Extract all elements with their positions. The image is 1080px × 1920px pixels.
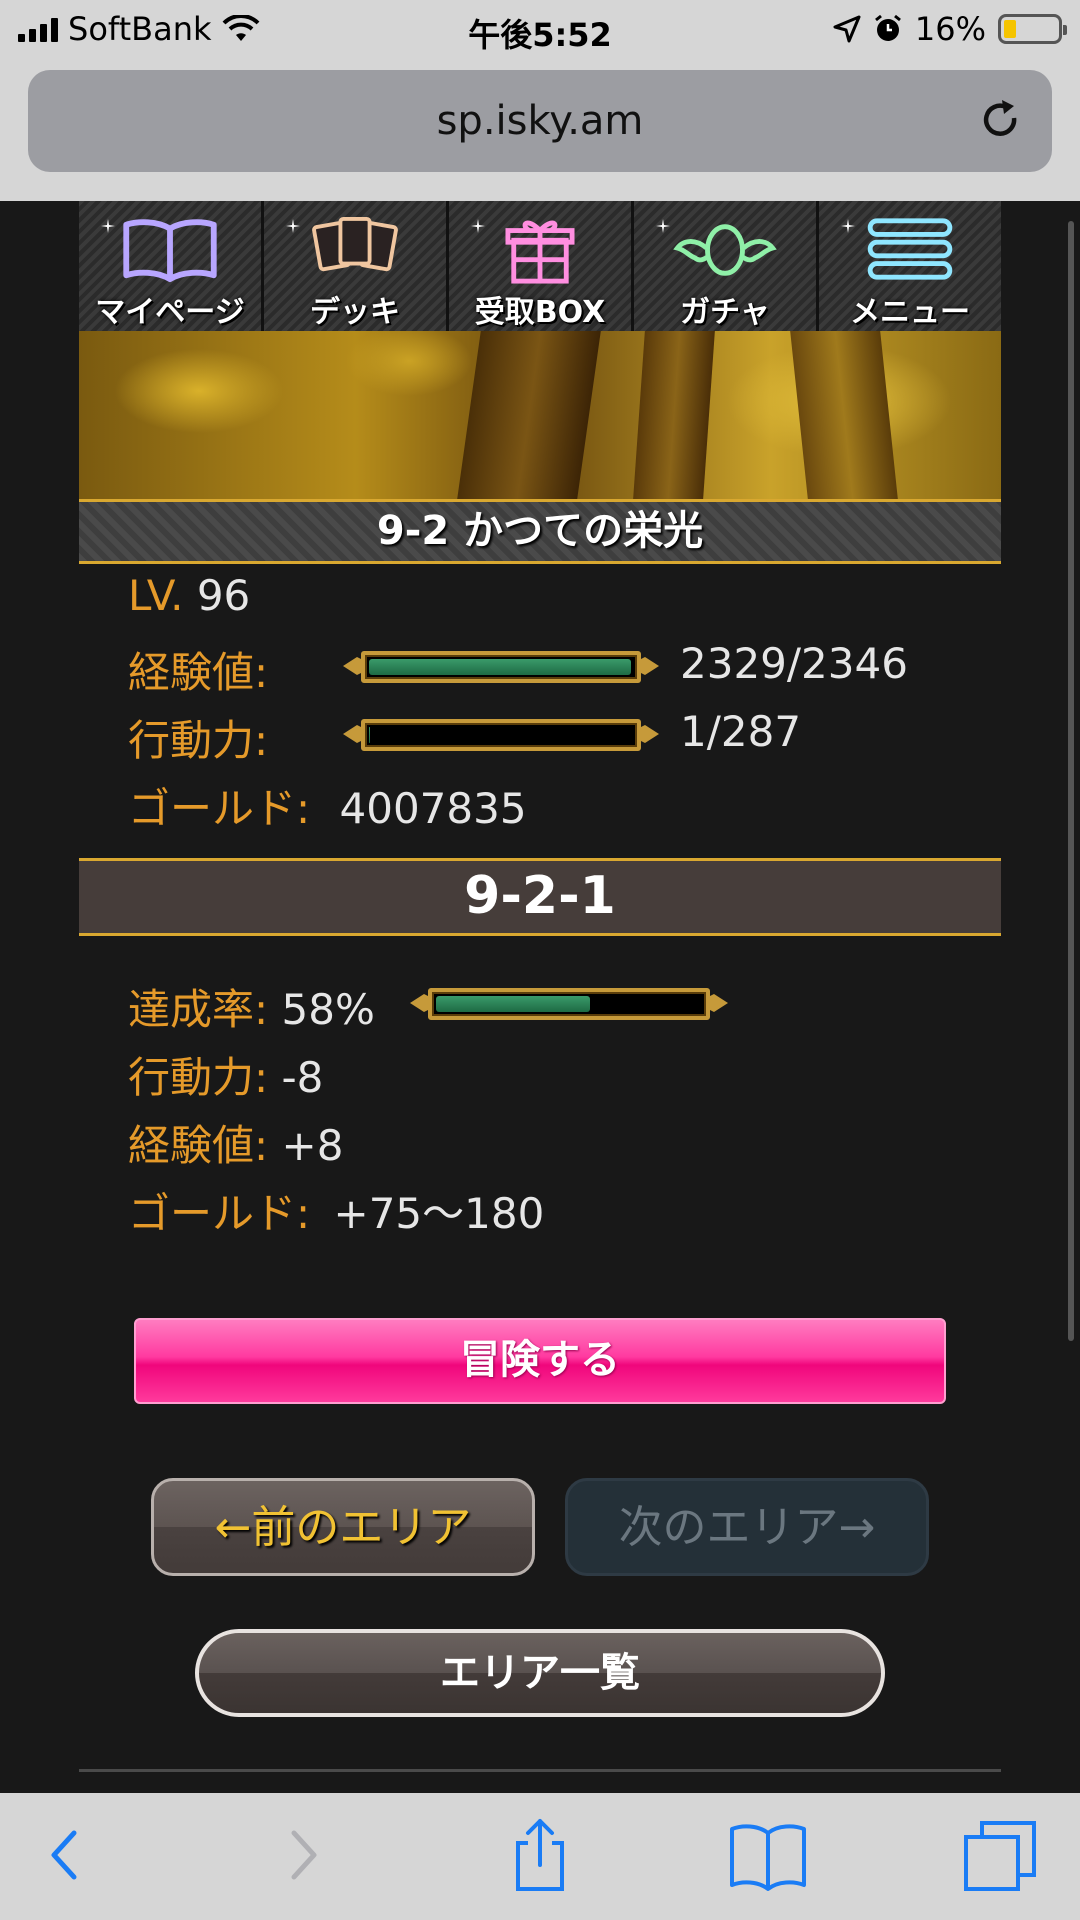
reload-icon[interactable] xyxy=(976,96,1026,146)
completion-value: 58% xyxy=(281,985,375,1034)
area-list-button[interactable]: エリア一覧 xyxy=(195,1629,885,1717)
alarm-clock-icon xyxy=(874,14,901,41)
book-icon xyxy=(123,219,217,283)
adventure-button[interactable]: 冒険する xyxy=(134,1318,946,1404)
browser-header: sp.isky.am xyxy=(0,60,1080,201)
bookmarks-icon[interactable] xyxy=(728,1815,808,1895)
nav-item-mypage[interactable]: マイページ xyxy=(79,201,264,331)
back-icon[interactable] xyxy=(24,1815,104,1895)
exp-value: 2329/2346 xyxy=(680,639,908,688)
sparkle-icon xyxy=(841,219,855,233)
address-bar[interactable]: sp.isky.am xyxy=(28,70,1052,172)
winged-egg-icon xyxy=(673,224,777,276)
ap-value: 1/287 xyxy=(680,707,802,756)
ap-cost-row: 行動力: -8 xyxy=(128,1044,324,1102)
exp-gain-row: 経験値: +8 xyxy=(128,1112,344,1170)
battery-icon xyxy=(998,14,1067,44)
gold-value: 4007835 xyxy=(339,784,527,833)
nav-item-menu[interactable]: メニュー xyxy=(819,201,1001,331)
nav-label-mypage: マイページ xyxy=(95,295,245,330)
ap-gauge-fill xyxy=(369,727,370,743)
exp-gain-label: 経験値: xyxy=(128,1121,269,1170)
level-value: 96 xyxy=(196,571,251,620)
gift-icon xyxy=(505,220,575,284)
ap-cost-label: 行動力: xyxy=(128,1053,269,1102)
status-right: 16% xyxy=(833,10,1067,48)
area-banner-image xyxy=(79,331,1001,499)
share-icon[interactable] xyxy=(500,1815,580,1895)
menu-icon xyxy=(867,218,953,280)
nav-item-giftbox[interactable]: 受取BOX xyxy=(449,201,634,331)
sparkle-icon xyxy=(101,219,115,233)
browser-toolbar xyxy=(0,1793,1080,1920)
sparkle-icon xyxy=(656,219,670,233)
exp-gauge-fill xyxy=(369,659,632,675)
stage-title: 9-2-1 xyxy=(79,858,1001,936)
ap-cost-value: -8 xyxy=(281,1053,324,1102)
next-area-button: 次のエリア→ xyxy=(565,1478,929,1576)
gold-gain-value: +75〜180 xyxy=(333,1189,545,1238)
exp-label: 経験値: xyxy=(128,648,269,697)
game-nav: マイページ デッキ 受取BOX ガチャ メニュー xyxy=(79,201,1001,331)
cards-icon xyxy=(312,216,398,272)
ap-row: 行動力: 1/287 xyxy=(128,707,1008,765)
area-title: 9-2 かつての栄光 xyxy=(79,499,1001,564)
status-bar: SoftBank 午後5:52 16% xyxy=(0,0,1080,60)
url-text[interactable]: sp.isky.am xyxy=(28,98,1052,144)
forward-icon xyxy=(291,1830,317,1880)
sparkle-icon xyxy=(286,219,300,233)
nav-label-menu: メニュー xyxy=(850,295,970,330)
nav-item-deck[interactable]: デッキ xyxy=(264,201,449,331)
tabs-icon[interactable] xyxy=(960,1815,1040,1895)
nav-label-gacha: ガチャ xyxy=(680,295,770,330)
battery-percent: 16% xyxy=(914,10,986,48)
divider xyxy=(79,1769,1001,1772)
level-row: LV. 96 xyxy=(128,571,250,627)
level-label: LV. xyxy=(128,571,184,620)
ap-label: 行動力: xyxy=(128,716,269,765)
nav-label-giftbox: 受取BOX xyxy=(474,295,606,330)
completion-label: 達成率: xyxy=(128,985,269,1034)
gold-row: ゴールド: 4007835 xyxy=(128,775,527,833)
nav-label-deck: デッキ xyxy=(310,295,400,330)
sparkle-icon xyxy=(471,219,485,233)
prev-area-button[interactable]: ←前のエリア xyxy=(151,1478,535,1576)
gold-label: ゴールド: xyxy=(128,784,311,833)
web-page: マイページ デッキ 受取BOX ガチャ メニュー 9-2 かつての栄光 LV. … xyxy=(0,201,1080,1793)
nav-item-gacha[interactable]: ガチャ xyxy=(634,201,819,331)
gold-gain-row: ゴールド: +75〜180 xyxy=(128,1180,545,1238)
exp-gauge xyxy=(343,651,659,683)
location-arrow-icon xyxy=(833,15,861,43)
exp-row: 経験値: 2329/2346 xyxy=(128,639,1008,697)
completion-gauge-fill xyxy=(436,996,591,1012)
completion-row: 達成率: 58% xyxy=(128,976,1008,1034)
completion-gauge xyxy=(410,988,728,1020)
exp-gain-value: +8 xyxy=(281,1121,344,1170)
page-scrollbar[interactable] xyxy=(1068,221,1074,1341)
ap-gauge xyxy=(343,719,659,751)
gold-gain-label: ゴールド: xyxy=(128,1189,311,1238)
